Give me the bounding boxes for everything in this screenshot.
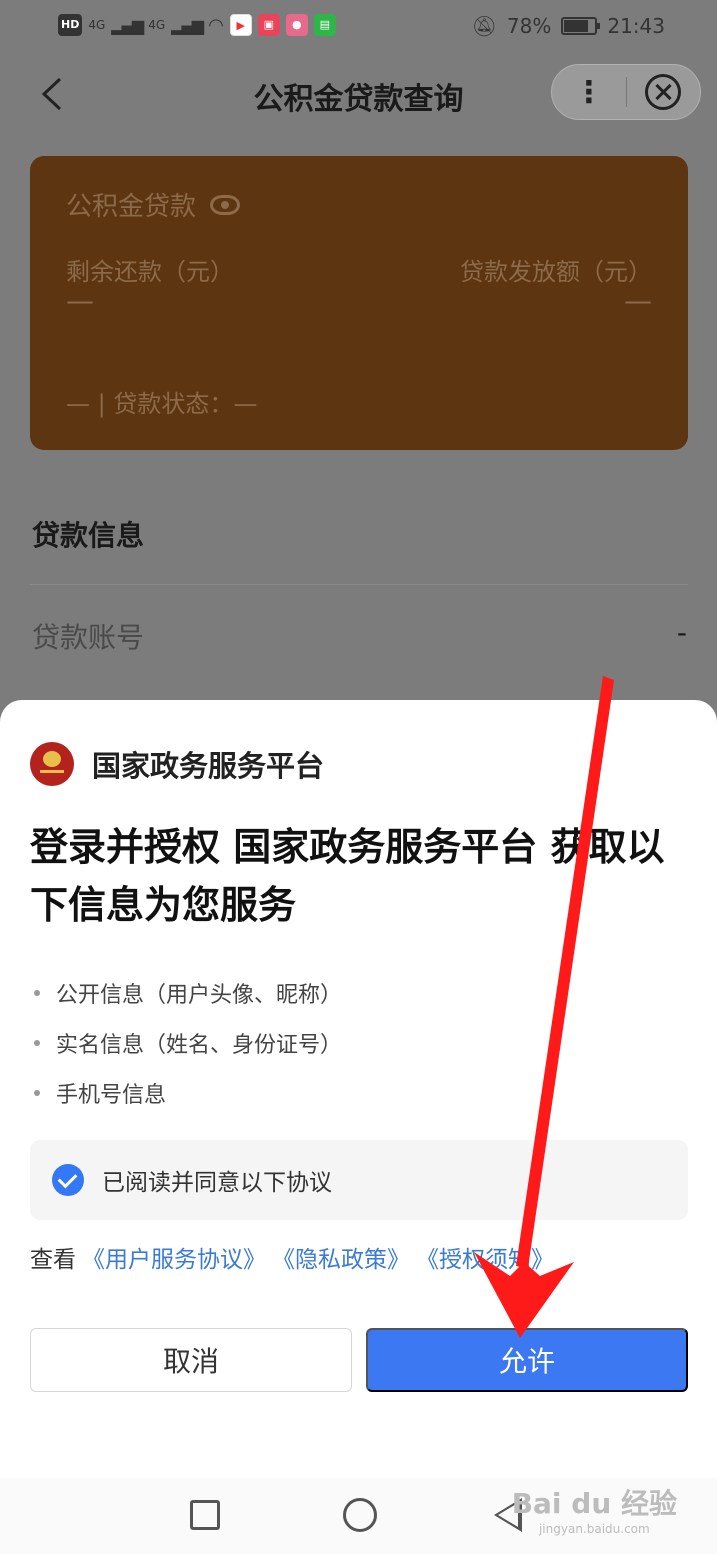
- loan-card-title: 公积金贷款: [66, 192, 197, 222]
- loan-card-header: 公积金贷款: [66, 186, 241, 223]
- mute-icon: 🔕︎: [471, 14, 497, 38]
- clock: 21:43: [607, 14, 665, 38]
- watermark-url: jingyan.baidu.com: [538, 1522, 650, 1536]
- list-item: 实名信息（姓名、身份证号）: [34, 1018, 342, 1068]
- issued-value: —: [624, 284, 652, 317]
- agreement-checkbox-row[interactable]: 已阅读并同意以下协议: [30, 1140, 688, 1220]
- eye-icon[interactable]: [210, 194, 241, 215]
- battery-fill: [564, 20, 588, 32]
- status-right: 🔕︎ 78% 21:43: [472, 14, 665, 38]
- signal-4g-label-2: 4G: [148, 18, 166, 32]
- watermark: Bai du 经验 jingyan.baidu.com: [512, 1482, 677, 1536]
- national-emblem-icon: [30, 742, 74, 786]
- status-bar: HD 4G ▂▄▆ 4G ▂▄▆ ◠ ▶ ▣ ● ▤ 🔕︎ 78% 21:43: [0, 0, 717, 54]
- bullet-icon: [34, 990, 40, 996]
- issued-label: 贷款发放额（元）: [460, 258, 652, 286]
- allow-button[interactable]: 允许: [366, 1328, 688, 1392]
- permission-text: 公开信息（用户头像、昵称）: [56, 983, 343, 1008]
- status-left: HD 4G ▂▄▆ 4G ▂▄▆ ◠ ▶ ▣ ● ▤: [58, 14, 336, 36]
- signal-icon: ▂▄▆: [111, 15, 144, 35]
- mini-program-capsule: ⋮: [551, 64, 701, 120]
- loan-status: — | 贷款状态：—: [66, 390, 258, 418]
- permission-text: 手机号信息: [56, 1083, 167, 1108]
- wifi-icon: ◠: [208, 14, 224, 36]
- authorization-sheet: 国家政务服务平台 登录并授权 国家政务服务平台 获取以下信息为您服务 公开信息（…: [0, 700, 717, 1554]
- permission-list: 公开信息（用户头像、昵称） 实名信息（姓名、身份证号） 手机号信息: [34, 968, 342, 1118]
- loan-summary-card: 公积金贷款 剩余还款（元） 贷款发放额（元） — — — | 贷款状态：—: [30, 156, 688, 450]
- app-notification-icon-4: ▤: [313, 14, 336, 36]
- bullet-icon: [34, 1090, 40, 1096]
- permission-text: 实名信息（姓名、身份证号）: [56, 1033, 343, 1058]
- list-item: 公开信息（用户头像、昵称）: [34, 968, 342, 1018]
- view-prefix: 查看: [30, 1247, 76, 1273]
- authorization-notice-link[interactable]: 《授权须知》: [416, 1240, 554, 1274]
- remaining-label: 剩余还款（元）: [66, 258, 234, 286]
- battery-icon: [561, 17, 601, 35]
- home-icon[interactable]: [343, 1498, 377, 1532]
- loan-account-value: -: [676, 616, 687, 649]
- org-header: 国家政务服务平台: [30, 742, 324, 786]
- recent-apps-icon[interactable]: [190, 1500, 220, 1530]
- privacy-policy-link[interactable]: 《隐私政策》: [272, 1240, 410, 1274]
- app-notification-icon-1: ▶: [229, 14, 252, 36]
- user-service-agreement-link[interactable]: 《用户服务协议》: [82, 1240, 266, 1274]
- cancel-button[interactable]: 取消: [30, 1328, 352, 1392]
- org-name: 国家政务服务平台: [92, 749, 325, 783]
- signal-icon-2: ▂▄▆: [171, 15, 204, 35]
- nav-bar: 公积金贷款查询 ⋮: [0, 54, 717, 134]
- list-item: 手机号信息: [34, 1068, 342, 1118]
- hd-badge: HD: [58, 14, 83, 36]
- signal-4g-label-1: 4G: [88, 18, 106, 32]
- remaining-value: —: [66, 284, 94, 317]
- bullet-icon: [34, 1040, 40, 1046]
- agreement-label: 已阅读并同意以下协议: [102, 1170, 332, 1196]
- loan-account-label: 贷款账号: [32, 621, 145, 654]
- close-icon: [645, 74, 682, 110]
- app-notification-icon-3: ●: [285, 14, 308, 36]
- close-button[interactable]: [627, 64, 701, 120]
- divider: [30, 584, 688, 585]
- app-notification-icon-2: ▣: [257, 14, 280, 36]
- watermark-logo: Bai du 经验: [511, 1487, 677, 1520]
- battery-percent: 78%: [506, 14, 552, 38]
- auth-heading: 登录并授权 国家政务服务平台 获取以下信息为您服务: [30, 825, 665, 927]
- checkbox-checked-icon[interactable]: [52, 1164, 84, 1196]
- loan-info-title: 贷款信息: [32, 519, 145, 552]
- more-icon[interactable]: ⋮: [552, 64, 626, 120]
- agreement-links: 查看 《用户服务协议》 《隐私政策》 《授权须知》: [30, 1240, 554, 1274]
